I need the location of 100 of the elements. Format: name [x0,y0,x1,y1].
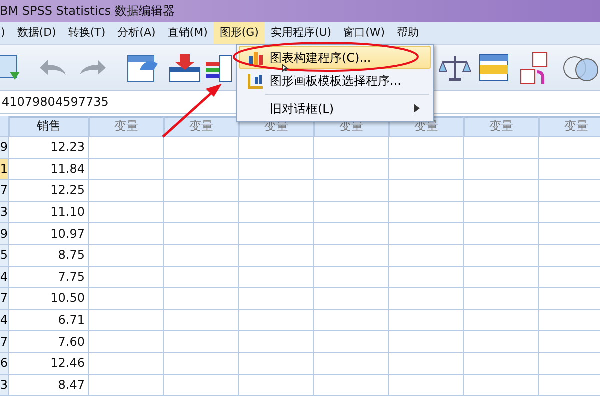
column-header[interactable]: 销售 [9,116,89,137]
menu-item[interactable]: 图形(G) [214,22,265,44]
empty-cell[interactable] [314,374,389,396]
empty-cell[interactable] [314,202,389,224]
menu-item[interactable]: 转换(T) [62,22,112,44]
menu-item[interactable]: 实用程序(U) [264,22,338,44]
empty-cell[interactable] [239,202,314,224]
empty-cell[interactable] [164,202,239,224]
empty-cell[interactable] [464,374,539,396]
empty-cell[interactable] [389,223,464,245]
empty-cell[interactable] [164,266,239,288]
row-header[interactable]: 5 [0,244,9,267]
empty-cell[interactable] [239,137,314,159]
row-header[interactable]: 3 [0,374,9,396]
empty-cell[interactable] [164,223,239,245]
empty-cell[interactable] [464,331,539,353]
row-header[interactable]: 9 [0,223,9,245]
empty-cell[interactable] [164,288,239,310]
empty-cell[interactable] [389,180,464,202]
empty-cell[interactable] [389,310,464,332]
empty-cell[interactable] [89,374,164,396]
empty-cell[interactable] [314,158,389,180]
menu-option[interactable]: 图表构建程序(C)... [239,46,431,69]
empty-cell[interactable] [164,137,239,159]
menu-item[interactable]: 窗口(W) [338,22,392,44]
empty-cell[interactable] [389,137,464,159]
empty-cell[interactable] [164,374,239,396]
empty-cell[interactable] [89,137,164,159]
empty-cell[interactable] [239,244,314,267]
empty-cell[interactable] [314,266,389,288]
empty-cell[interactable] [239,180,314,202]
empty-cell[interactable] [239,266,314,288]
row-header[interactable]: 3 [0,202,9,224]
empty-cell[interactable] [464,352,539,375]
empty-cell[interactable] [164,310,239,332]
empty-cell[interactable] [314,331,389,353]
menu-item[interactable]: 分析(A) [112,22,162,44]
empty-cell[interactable] [89,310,164,332]
row-header[interactable]: 7 [0,180,9,202]
empty-cell[interactable] [89,223,164,245]
empty-cell[interactable] [389,266,464,288]
row-header[interactable]: 4 [0,266,9,288]
empty-cell[interactable] [464,288,539,310]
menu-option[interactable]: 图形画板模板选择程序... [239,69,431,92]
empty-cell[interactable] [389,331,464,353]
empty-cell[interactable] [89,288,164,310]
empty-cell[interactable] [89,202,164,224]
table-cell: 12.23 [9,137,89,159]
menu-item[interactable]: 帮助 [391,22,426,44]
empty-cell[interactable] [464,137,539,159]
empty-cell[interactable] [239,223,314,245]
empty-cell[interactable] [389,352,464,375]
empty-cell[interactable] [239,331,314,353]
row-header[interactable]: 1 [0,158,9,180]
empty-cell[interactable] [89,180,164,202]
empty-cell[interactable] [389,288,464,310]
empty-cell[interactable] [89,352,164,375]
menu-item[interactable]: ) [0,22,12,44]
empty-cell[interactable] [239,374,314,396]
empty-cell[interactable] [314,288,389,310]
row-header[interactable]: 9 [0,137,9,159]
menu-item[interactable]: 数据(D) [11,22,62,44]
table-icon[interactable] [479,52,509,84]
empty-cell[interactable] [464,310,539,332]
empty-cell[interactable] [314,352,389,375]
empty-cell[interactable] [389,158,464,180]
empty-cell[interactable] [89,266,164,288]
empty-cell[interactable] [239,158,314,180]
row-header[interactable]: 6 [0,352,9,375]
empty-cell[interactable] [239,288,314,310]
empty-cell[interactable] [164,352,239,375]
empty-cell[interactable] [389,244,464,267]
empty-cell[interactable] [89,331,164,353]
empty-cell[interactable] [314,244,389,267]
empty-cell[interactable] [389,202,464,224]
empty-cell[interactable] [314,223,389,245]
table-cell: 8.47 [9,374,89,396]
empty-cell[interactable] [89,244,164,267]
insert-row-icon[interactable] [168,52,202,84]
row-header[interactable]: 4 [0,310,9,332]
row-header[interactable]: 7 [0,331,9,353]
empty-cell[interactable] [464,223,539,245]
empty-cell[interactable] [464,202,539,224]
empty-cell[interactable] [314,310,389,332]
empty-cell[interactable] [389,374,464,396]
menu-item[interactable]: 直销(M) [162,22,214,44]
row-header[interactable]: 7 [0,288,9,310]
empty-cell[interactable] [164,158,239,180]
empty-cell[interactable] [314,180,389,202]
empty-cell[interactable] [89,158,164,180]
empty-cell[interactable] [464,244,539,267]
empty-cell[interactable] [239,310,314,332]
empty-cell[interactable] [164,244,239,267]
empty-cell[interactable] [464,180,539,202]
empty-cell[interactable] [164,180,239,202]
empty-cell[interactable] [314,137,389,159]
empty-cell[interactable] [239,352,314,375]
empty-cell[interactable] [164,331,239,353]
empty-cell[interactable] [464,266,539,288]
empty-cell[interactable] [464,158,539,180]
